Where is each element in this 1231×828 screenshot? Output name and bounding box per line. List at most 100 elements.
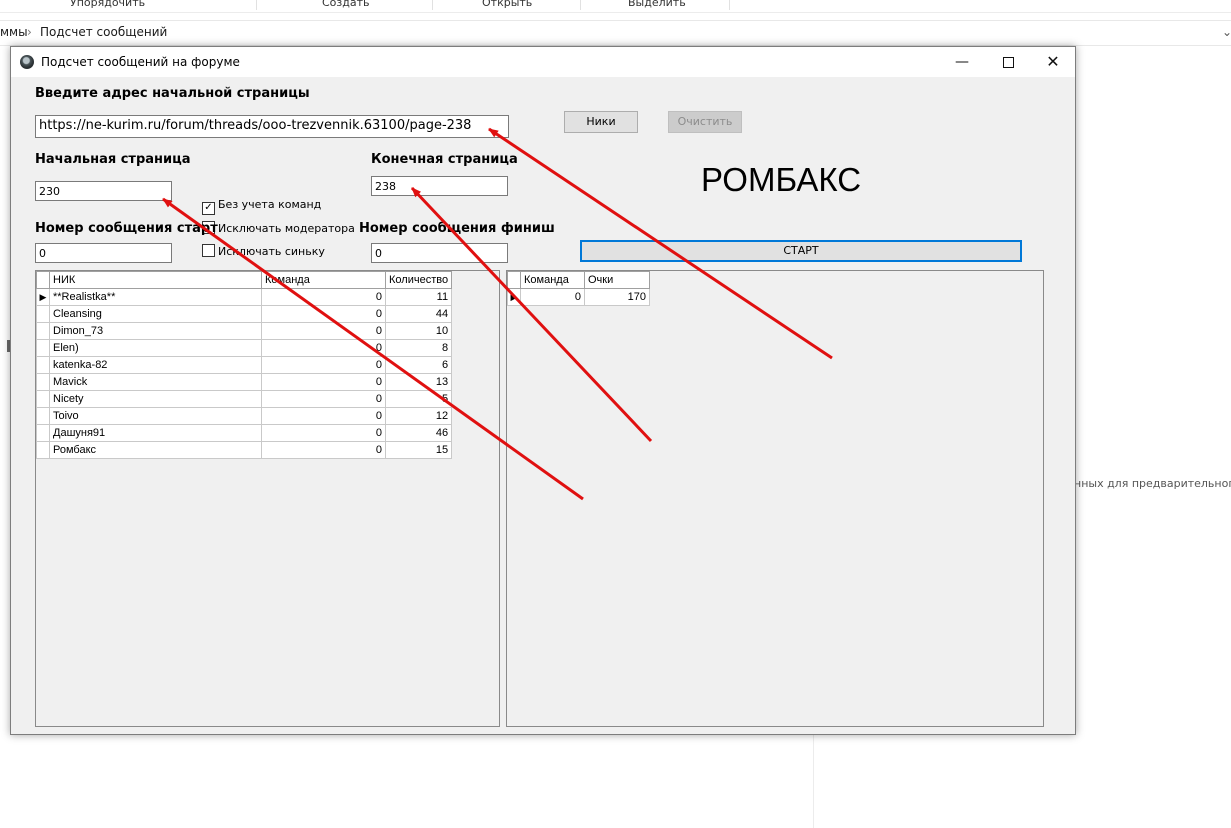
table-header-row: Команда Очки [507, 271, 650, 289]
url-label: Введите адрес начальной страницы [35, 86, 310, 101]
table-cell[interactable]: katenka-82 [49, 356, 262, 374]
nicks-button[interactable]: Ники [564, 111, 638, 133]
breadcrumb-parent[interactable]: ммы [0, 25, 28, 39]
row-header[interactable] [36, 339, 50, 357]
table-cell[interactable]: 5 [384, 390, 453, 408]
table-cell[interactable]: 170 [584, 288, 650, 306]
url-input[interactable]: https://ne-kurim.ru/forum/threads/ooo-tr… [35, 115, 509, 138]
table-cell[interactable]: 0 [261, 322, 386, 340]
table-row[interactable]: ▶ **Realistka** 0 11 [36, 288, 453, 306]
exclude-blue-checkbox[interactable]: Исключать синьку [202, 244, 325, 258]
app-icon [20, 55, 34, 69]
table-cell[interactable]: 0 [261, 373, 386, 391]
row-header[interactable] [36, 373, 50, 391]
table-cell[interactable]: 8 [384, 339, 453, 357]
row-header[interactable] [36, 305, 50, 323]
team-points-table: Команда Очки ▶ 0 170 [507, 271, 650, 306]
explorer-ribbon: Упорядочить Создать Открыть Выделить [0, 0, 1231, 13]
no-teams-checkbox[interactable]: ✓ Без учета команд [202, 198, 321, 215]
ribbon-organize[interactable]: Упорядочить [70, 0, 145, 9]
end-page-input[interactable]: 238 [371, 176, 508, 196]
table-row[interactable]: Ромбакс 0 15 [36, 441, 453, 459]
title-bar[interactable]: Подсчет сообщений на форуме — ✕ [11, 47, 1075, 77]
maximize-icon [1002, 56, 1014, 68]
ribbon-select[interactable]: Выделить [628, 0, 686, 9]
table-cell[interactable]: Ромбакс [49, 441, 262, 459]
exclude-blue-label: Исключать синьку [218, 245, 325, 258]
table-cell[interactable]: 0 [261, 390, 386, 408]
table-row[interactable]: Nicety 0 5 [36, 390, 453, 408]
chevron-down-icon[interactable]: ⌄ [1222, 25, 1231, 39]
column-header-nick[interactable]: НИК [49, 271, 262, 289]
column-header-team[interactable]: Команда [261, 271, 386, 289]
table-cell[interactable]: 0 [261, 305, 386, 323]
table-row[interactable]: katenka-82 0 6 [36, 356, 453, 374]
table-row[interactable]: Дашуня91 0 46 [36, 424, 453, 442]
close-button[interactable]: ✕ [1030, 47, 1076, 77]
nick-count-grid[interactable]: НИК Команда Количество ▶ **Realistka** 0 11… [35, 270, 500, 727]
clear-button[interactable]: Очистить [668, 111, 742, 133]
table-cell[interactable]: 0 [261, 441, 386, 459]
table-cell[interactable]: Дашуня91 [49, 424, 262, 442]
table-cell[interactable]: 13 [384, 373, 453, 391]
row-header[interactable] [36, 407, 50, 425]
no-teams-label: Без учета команд [218, 198, 322, 211]
table-cell[interactable]: 0 [261, 356, 386, 374]
current-row-pointer-icon[interactable]: ▶ [36, 288, 50, 306]
table-cell[interactable]: 0 [261, 424, 386, 442]
grid-corner [36, 271, 50, 289]
table-cell[interactable]: 0 [261, 407, 386, 425]
column-header-points[interactable]: Очки [584, 271, 650, 289]
minimize-button[interactable]: — [939, 47, 985, 77]
ribbon-create[interactable]: Создать [322, 0, 370, 9]
table-cell[interactable]: Mavick [49, 373, 262, 391]
table-cell[interactable]: 46 [384, 424, 453, 442]
row-header[interactable] [36, 356, 50, 374]
ribbon-divider [580, 0, 581, 10]
table-cell[interactable]: Elen) [49, 339, 262, 357]
table-cell[interactable]: Cleansing [49, 305, 262, 323]
team-points-grid[interactable]: Команда Очки ▶ 0 170 [506, 270, 1044, 727]
winner-name: РОМБАКС [701, 161, 862, 198]
preview-pane-hint: нных для предварительного п [1074, 477, 1231, 490]
maximize-button[interactable] [985, 47, 1031, 77]
row-header[interactable] [36, 424, 50, 442]
start-button[interactable]: СТАРТ [580, 240, 1022, 262]
table-cell[interactable]: 15 [384, 441, 453, 459]
table-cell[interactable]: Nicety [49, 390, 262, 408]
table-cell[interactable]: **Realistka** [49, 288, 262, 306]
current-row-pointer-icon[interactable]: ▶ [507, 288, 521, 306]
msg-start-input[interactable]: 0 [35, 243, 172, 263]
table-cell[interactable]: 11 [384, 288, 453, 306]
row-header[interactable] [36, 390, 50, 408]
table-row[interactable]: Dimon_73 0 10 [36, 322, 453, 340]
table-cell[interactable]: 0 [261, 339, 386, 357]
column-header-team[interactable]: Команда [520, 271, 585, 289]
msg-finish-input[interactable]: 0 [371, 243, 508, 263]
table-cell[interactable]: 12 [384, 407, 453, 425]
table-cell[interactable]: 6 [384, 356, 453, 374]
column-header-count[interactable]: Количество [384, 271, 453, 289]
breadcrumb-current[interactable]: Подсчет сообщений [40, 25, 167, 39]
table-row[interactable]: Toivo 0 12 [36, 407, 453, 425]
ribbon-open[interactable]: Открыть [482, 0, 532, 9]
app-window: Подсчет сообщений на форуме — ✕ Введите … [10, 46, 1076, 735]
end-page-label: Конечная страница [371, 152, 518, 167]
row-header[interactable] [36, 441, 50, 459]
ribbon-divider [256, 0, 257, 10]
table-cell[interactable]: 0 [261, 288, 386, 306]
start-page-input[interactable]: 230 [35, 181, 172, 201]
table-cell[interactable]: Dimon_73 [49, 322, 262, 340]
table-cell[interactable]: Toivo [49, 407, 262, 425]
table-row[interactable]: ▶ 0 170 [507, 288, 650, 306]
exclude-moderator-checkbox[interactable]: Исключать модератора [202, 221, 355, 235]
explorer-address-bar[interactable]: ммы › Подсчет сообщений ⌄ [0, 20, 1231, 46]
table-cell[interactable]: 0 [520, 288, 585, 306]
table-row[interactable]: Elen) 0 8 [36, 339, 453, 357]
table-row[interactable]: Mavick 0 13 [36, 373, 453, 391]
row-header[interactable] [36, 322, 50, 340]
table-row[interactable]: Cleansing 0 44 [36, 305, 453, 323]
table-cell[interactable]: 10 [384, 322, 453, 340]
table-cell[interactable]: 44 [384, 305, 453, 323]
exclude-moderator-label: Исключать модератора [218, 222, 355, 235]
